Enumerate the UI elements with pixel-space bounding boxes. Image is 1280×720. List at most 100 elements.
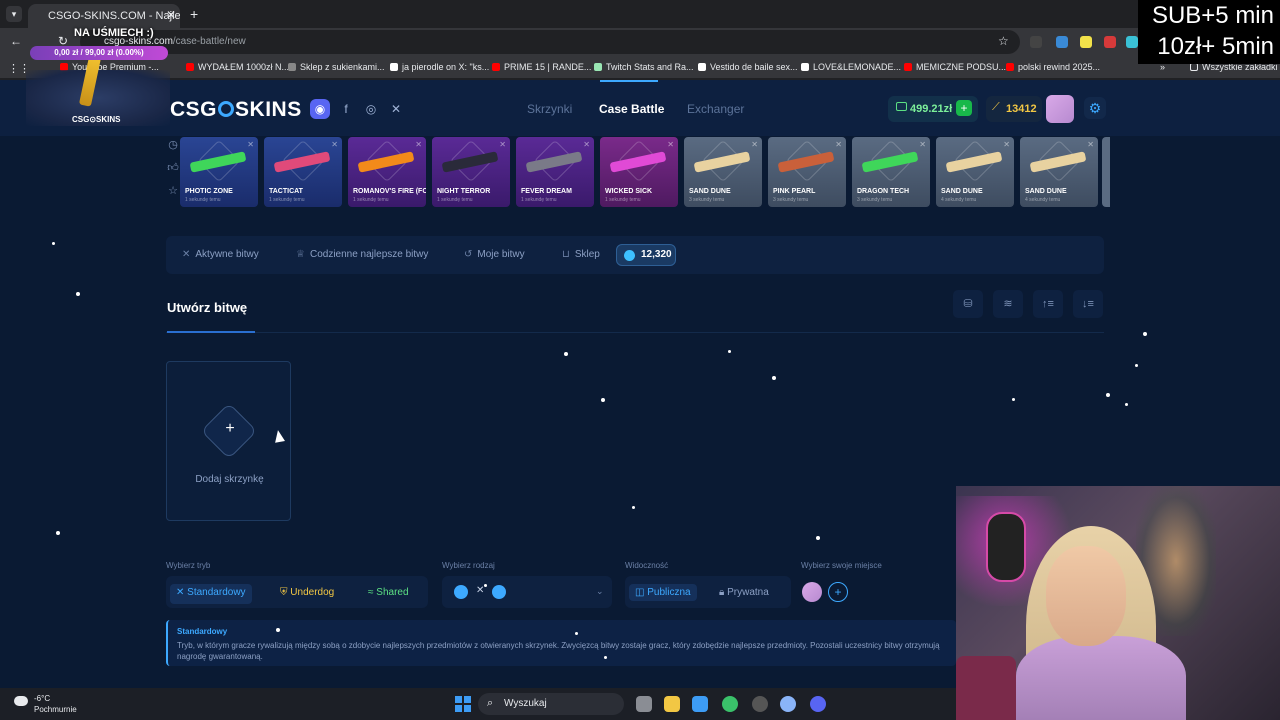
taskbar-search[interactable]: ⌕ Wyszukaj [478,693,624,715]
bookmark-item[interactable]: polski rewind 2025... [1006,62,1100,72]
bookmark-item[interactable]: ja pierodle on X: "ks... [390,62,489,72]
battle-type-dropdown[interactable]: ✕ ⌄ [442,576,612,608]
bookmark-item[interactable]: WYDAŁEM 1000zł N... [186,62,289,72]
store-icon[interactable] [692,696,708,712]
app-icon[interactable] [752,696,768,712]
tab-shop[interactable]: ⊔ Sklep [562,249,600,260]
weather-description[interactable]: Pochmurnie [34,705,77,714]
bookmark-item[interactable]: Twitch Stats and Ra... [594,62,694,72]
drop-time: 3 sekundy temu [689,197,725,203]
bookmark-item[interactable]: Vestido de baile sex... [698,62,798,72]
star-icon[interactable]: ☆ [166,184,180,197]
snowflake [56,531,60,535]
cam-microphone [986,512,1026,582]
swords-icon: ✕ [182,249,191,260]
extension-icon[interactable] [1104,36,1116,48]
drop-card[interactable]: ✕ PHOTIC ZONE 1 sekundę temu [180,137,258,207]
drop-name: ROMANOV'S FIRE (FOIL) [353,188,426,195]
drop-card[interactable]: ✕ WICKED SICK 1 sekundę temu [600,137,678,207]
bookmark-item[interactable]: MEMICZNE PODSU... [904,62,1006,72]
windows-start-icon[interactable] [455,696,471,712]
drop-card[interactable]: ✕ DRAGON TECH 3 sekundy temu [852,137,930,207]
add-seat-button[interactable]: + [828,582,848,602]
x-twitter-icon[interactable]: ✕ [386,99,406,119]
cases-view-icon[interactable]: ⛁ [953,290,983,318]
url-path: /case-battle/new [172,36,246,47]
live-drops-filters: ◷ 👍︎ ☆ [166,138,180,207]
instagram-icon[interactable]: ◎ [361,99,381,119]
visibility-private-button[interactable]: 🔒︎ Prywatna [713,584,775,601]
sort-descending-icon[interactable]: ↓≡ [1073,290,1103,318]
drop-card[interactable]: ✕ SAND DUNE 3 sekundy temu [684,137,762,207]
add-case-card[interactable]: + Dodaj skrzynkę [166,361,291,521]
stream-goal-title: NA UŚMIECH :) [74,27,154,39]
extension-icon[interactable] [1056,36,1068,48]
mode-underdog-button[interactable]: ⛨ Underdog [274,584,340,604]
close-icon: ✕ [667,140,674,149]
new-tab-button[interactable]: + [190,6,198,22]
file-explorer-icon[interactable] [664,696,680,712]
bookmark-item[interactable]: PRIME 15 | RANDE... [492,62,591,72]
coin-icon [624,250,635,261]
drop-card[interactable]: ✕ FEVER DREAM 1 sekundę temu [516,137,594,207]
discord-app-icon[interactable] [810,696,826,712]
coins-badge[interactable]: 12,320 [616,244,676,266]
drop-card[interactable]: ✕ TACTICAT 1 sekundę temu [264,137,342,207]
settings-app-icon[interactable] [780,696,796,712]
back-icon[interactable]: ← [10,34,22,48]
gear-icon[interactable]: ⚙ [1084,97,1106,119]
mode-shared-button[interactable]: ≈ Shared [362,584,415,604]
facebook-icon[interactable]: f [336,99,356,119]
sort-ascending-icon[interactable]: ↑≡ [1033,290,1063,318]
seat-label: Wybierz swoje miejsce [801,561,882,570]
tab-my-battles[interactable]: ↺ Moje bitwy [464,249,525,260]
seat-avatar[interactable] [802,582,822,602]
chrome-icon[interactable] [722,696,738,712]
nav-active-indicator [600,80,658,82]
nav-cases[interactable]: Skrzynki [527,102,572,116]
drop-card[interactable]: ✕ ROMANOV'S FIRE (FOIL) 1 sekundę temu [348,137,426,207]
history-icon: ↺ [464,249,473,260]
nav-case-battle[interactable]: Case Battle [599,102,664,116]
visibility-public-button[interactable]: ◫ Publiczna [629,584,697,601]
bookmark-star-icon[interactable]: ☆ [998,34,1009,48]
balance-value: 499.21zł [910,103,953,115]
layers-icon[interactable]: ≋ [993,290,1023,318]
clock-icon[interactable]: ◷ [166,138,180,151]
close-icon: ✕ [835,140,842,149]
mode-info-box: Standardowy Tryb, w którym gracze rywali… [166,620,956,666]
tab-search-button[interactable]: ▾ [6,6,22,22]
bookmarks-bar: ⋮⋮ YouTube Premium -... WYDAŁEM 1000zł N… [0,56,1280,78]
close-icon: ✕ [247,140,254,149]
close-icon: ✕ [1003,140,1010,149]
tab-daily-best-battles[interactable]: ♕ Codzienne najlepsze bitwy [296,249,428,260]
trophy-icon: ♕ [296,249,305,260]
drop-card[interactable]: ✕ SAND DUNE 4 sekundy temu [936,137,1014,207]
stream-goal-progress: 0,00 zł / 99,00 zł (0.00%) [54,48,144,57]
weather-temperature[interactable]: -6°C [34,694,50,703]
extension-icon[interactable] [1030,36,1042,48]
browser-tab[interactable]: CSGO-SKINS.COM - Najlepsze [28,4,180,28]
drop-card[interactable]: ✕ PINK PEARL 3 sekundy temu [768,137,846,207]
task-view-icon[interactable] [636,696,652,712]
extension-icon[interactable] [1126,36,1138,48]
tab-active-battles[interactable]: ✕ Aktywne bitwy [182,249,259,260]
site-logo[interactable]: CSG SKINS [170,98,302,122]
extension-icon[interactable] [1080,36,1092,48]
nav-exchanger[interactable]: Exchanger [687,102,744,116]
bookmark-item[interactable]: Sklep z sukienkami... [288,62,385,72]
add-case-label: Dodaj skrzynkę [195,474,264,485]
drop-card[interactable]: ✕ SAND DUNE 4 sekundy temu [1020,137,1098,207]
user-avatar[interactable] [1046,95,1074,123]
bookmark-item[interactable]: LOVE&LEMONADE... [801,62,901,72]
discord-icon[interactable]: ◉ [310,99,330,119]
drop-card[interactable]: ✕ NIGHT TERROR 1 sekundę temu [432,137,510,207]
mode-standard-button[interactable]: ✕ Standardowy [170,584,252,604]
type-label: Wybierz rodzaj [442,561,495,570]
tab-close-icon[interactable]: ✕ [166,8,176,22]
snowflake [772,376,776,380]
cloud-icon[interactable] [14,696,28,706]
snowflake [728,350,731,353]
deposit-button[interactable]: + [956,100,972,116]
thumbs-up-icon[interactable]: 👍︎ [166,161,180,174]
